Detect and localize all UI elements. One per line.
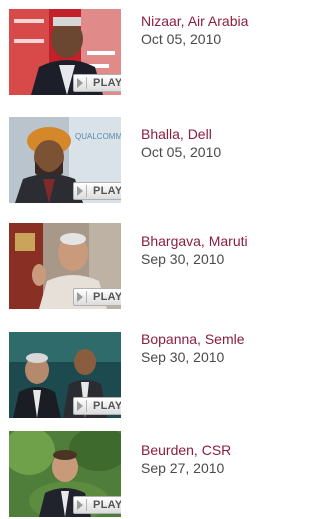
play-icon: [77, 78, 83, 88]
video-item: PLAY Beurden, CSR Sep 27, 2010: [0, 422, 279, 518]
video-title-link[interactable]: Nizaar, Air Arabia: [141, 12, 279, 30]
divider: [86, 291, 87, 303]
play-button[interactable]: PLAY: [73, 74, 121, 92]
video-item: QUALCOMM PLAY Bhalla, Dell Oct 05, 2010: [0, 108, 279, 204]
video-thumbnail[interactable]: PLAY: [9, 431, 121, 517]
video-date: Oct 05, 2010: [141, 31, 222, 47]
video-caption: Bopanna, Semle Sep 30, 2010: [141, 330, 279, 366]
video-caption: Beurden, CSR Sep 27, 2010: [141, 441, 279, 477]
divider: [86, 400, 87, 412]
play-button-label: PLAY: [93, 185, 121, 197]
video-thumbnail[interactable]: PLAY: [9, 9, 121, 95]
video-item: PLAY Nizaar, Air Arabia Oct 05, 2010: [0, 0, 279, 96]
svg-text:QUALCOMM: QUALCOMM: [75, 132, 121, 141]
play-button-label: PLAY: [93, 499, 121, 511]
video-date: Sep 27, 2010: [141, 460, 225, 476]
play-icon: [77, 500, 83, 510]
video-title-link[interactable]: Bhargava, Maruti: [141, 232, 279, 250]
video-date: Sep 30, 2010: [141, 251, 225, 267]
play-button[interactable]: PLAY: [73, 496, 121, 514]
play-button[interactable]: PLAY: [73, 397, 121, 415]
play-icon: [77, 186, 83, 196]
play-button[interactable]: PLAY: [73, 288, 121, 306]
play-button-label: PLAY: [93, 77, 121, 89]
video-caption: Nizaar, Air Arabia Oct 05, 2010: [141, 12, 279, 48]
play-icon: [77, 401, 83, 411]
video-date: Sep 30, 2010: [141, 349, 225, 365]
play-button-label: PLAY: [93, 291, 121, 303]
video-item: PLAY Bopanna, Semle Sep 30, 2010: [0, 323, 279, 419]
video-caption: Bhalla, Dell Oct 05, 2010: [141, 125, 279, 161]
divider: [86, 499, 87, 511]
divider: [86, 185, 87, 197]
video-thumbnail[interactable]: QUALCOMM PLAY: [9, 117, 121, 203]
video-caption: Bhargava, Maruti Sep 30, 2010: [141, 232, 279, 268]
video-title-link[interactable]: Bhalla, Dell: [141, 125, 279, 143]
play-button[interactable]: PLAY: [73, 182, 121, 200]
video-date: Oct 05, 2010: [141, 144, 222, 160]
video-title-link[interactable]: Beurden, CSR: [141, 441, 279, 459]
video-list: PLAY Nizaar, Air Arabia Oct 05, 2010 QUA…: [0, 0, 279, 519]
video-thumbnail[interactable]: PLAY: [9, 332, 121, 418]
divider: [86, 77, 87, 89]
video-title-link[interactable]: Bopanna, Semle: [141, 330, 279, 348]
video-item: PLAY Bhargava, Maruti Sep 30, 2010: [0, 214, 279, 310]
play-button-label: PLAY: [93, 400, 121, 412]
video-thumbnail[interactable]: PLAY: [9, 223, 121, 309]
play-icon: [77, 292, 83, 302]
